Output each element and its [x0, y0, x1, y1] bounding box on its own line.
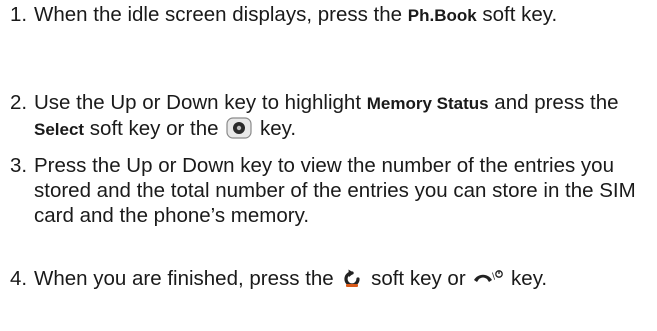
softkey-label: Select	[34, 120, 85, 139]
step-text-part: key.	[505, 267, 548, 290]
end-call-key-icon: \	[473, 268, 504, 288]
step-text: Press the Up or Down key to view the num…	[34, 153, 650, 228]
step-text-part: soft key or	[365, 267, 472, 290]
step-number: 3.	[10, 154, 28, 177]
step-1: 1. When the idle screen displays, press …	[10, 2, 650, 28]
step-4: 4. When you are finished, press the soft…	[10, 266, 650, 291]
step-text: When the idle screen displays, press the…	[34, 2, 650, 28]
step-text: Use the Up or Down key to highlight Memo…	[34, 90, 650, 142]
step-number: 4.	[10, 267, 28, 290]
menu-item-label: Memory Status	[366, 94, 489, 113]
step-3: 3. Press the Up or Down key to view the …	[10, 153, 650, 228]
step-2: 2. Use the Up or Down key to highlight M…	[10, 90, 650, 142]
step-text-part: soft key.	[476, 3, 558, 26]
step-number: 2.	[10, 91, 28, 114]
step-text-part: When the idle screen displays, press the	[34, 3, 408, 26]
step-number: 1.	[10, 3, 28, 26]
step-text-part: Press the Up or Down key to view the num…	[34, 154, 636, 227]
step-text-part: key.	[254, 117, 297, 140]
softkey-label: Ph.Book	[407, 6, 477, 25]
step-text: When you are finished, press the soft ke…	[34, 266, 650, 291]
back-arrow-icon	[341, 267, 363, 289]
step-text-part: and press the	[488, 91, 619, 114]
step-text-part: soft key or the	[84, 117, 225, 140]
step-text-part: Use the Up or Down key to highlight	[34, 91, 367, 114]
step-text-part: When you are finished, press the	[34, 267, 340, 290]
ok-key-icon	[226, 117, 252, 139]
